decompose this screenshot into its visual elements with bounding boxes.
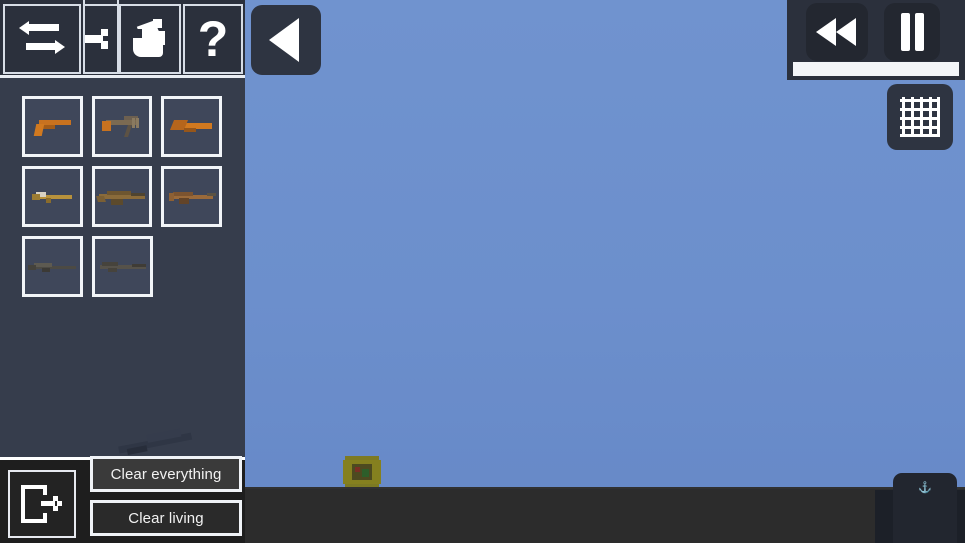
- toolbar-button-next[interactable]: [85, 4, 117, 74]
- rewind-button[interactable]: [806, 3, 868, 61]
- back-button[interactable]: [251, 5, 321, 75]
- clear-everything-button[interactable]: Clear everything: [90, 456, 242, 492]
- toolbar-underline: [0, 75, 245, 78]
- weapon-slot-assault-rifle[interactable]: [91, 166, 153, 227]
- pause-button[interactable]: [884, 3, 940, 61]
- question-mark-icon: ?: [197, 11, 229, 67]
- bottom-right-panel[interactable]: ⚓: [893, 473, 957, 543]
- grenade-icon: [129, 17, 171, 61]
- ammo-crate-entity[interactable]: [343, 456, 381, 488]
- weapon-slot-sawn-off-shotgun[interactable]: [161, 96, 223, 157]
- swap-arrows-icon: [19, 19, 65, 59]
- weapon-slot-machine-pistol[interactable]: [91, 96, 153, 157]
- toolbar-button-explosives[interactable]: [119, 4, 181, 74]
- ground-edge: [245, 487, 965, 489]
- exit-icon: [21, 485, 63, 523]
- weapon-slot-carbine[interactable]: [22, 166, 83, 227]
- triangle-left-icon: [269, 18, 299, 62]
- timeline-progress-bar[interactable]: [793, 62, 959, 76]
- weapon-row: [22, 166, 223, 227]
- weapon-row: [22, 96, 223, 157]
- ground-plane: [245, 487, 965, 543]
- game-screen: ⚓ ? Clear everything Clear living: [0, 0, 965, 543]
- rewind-icon: [816, 18, 858, 46]
- toolbar-button-swap[interactable]: [3, 4, 81, 74]
- crate-detail-green: [362, 469, 369, 477]
- pause-icon: [898, 13, 926, 51]
- weapon-sidebar: ? Clear everything Clear living: [0, 0, 245, 543]
- grid-icon: [900, 97, 940, 137]
- grid-snap-toggle-button[interactable]: [887, 84, 953, 150]
- anchor-icon: ⚓: [918, 482, 932, 494]
- exit-button[interactable]: [8, 470, 76, 538]
- equipped-weapon-preview: [117, 424, 200, 461]
- toolbar-button-help[interactable]: ?: [183, 4, 243, 74]
- weapon-slot-battle-rifle[interactable]: [161, 166, 223, 227]
- clear-living-button[interactable]: Clear living: [90, 500, 242, 536]
- weapon-grid: [22, 96, 223, 306]
- game-world-viewport[interactable]: [245, 0, 965, 543]
- weapon-slot-marksman-rifle[interactable]: [92, 236, 153, 297]
- weapon-slot-pistol[interactable]: [22, 96, 83, 157]
- weapon-slot-sniper-rifle[interactable]: [22, 236, 83, 297]
- weapon-row: [22, 236, 222, 297]
- arrow-right-icon: [85, 29, 111, 49]
- crate-detail-red: [355, 467, 360, 472]
- sidebar-toolbar: ?: [0, 0, 245, 78]
